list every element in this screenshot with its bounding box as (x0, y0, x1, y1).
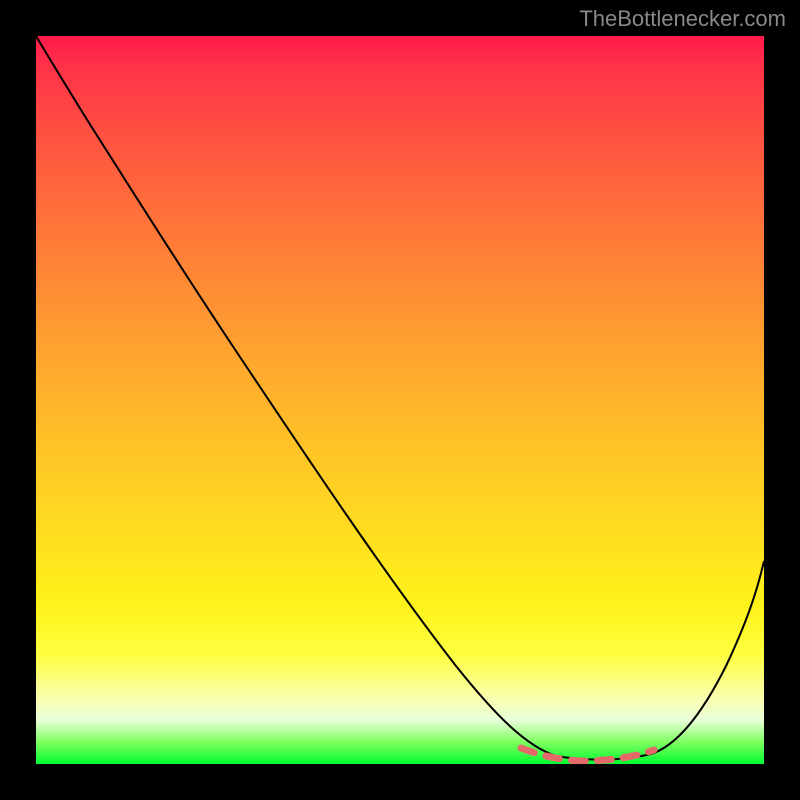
chart-plot-area (36, 36, 764, 764)
bottleneck-curve-path (36, 36, 764, 760)
attribution-text: TheBottlenecker.com (579, 6, 786, 32)
chart-svg (36, 36, 764, 764)
